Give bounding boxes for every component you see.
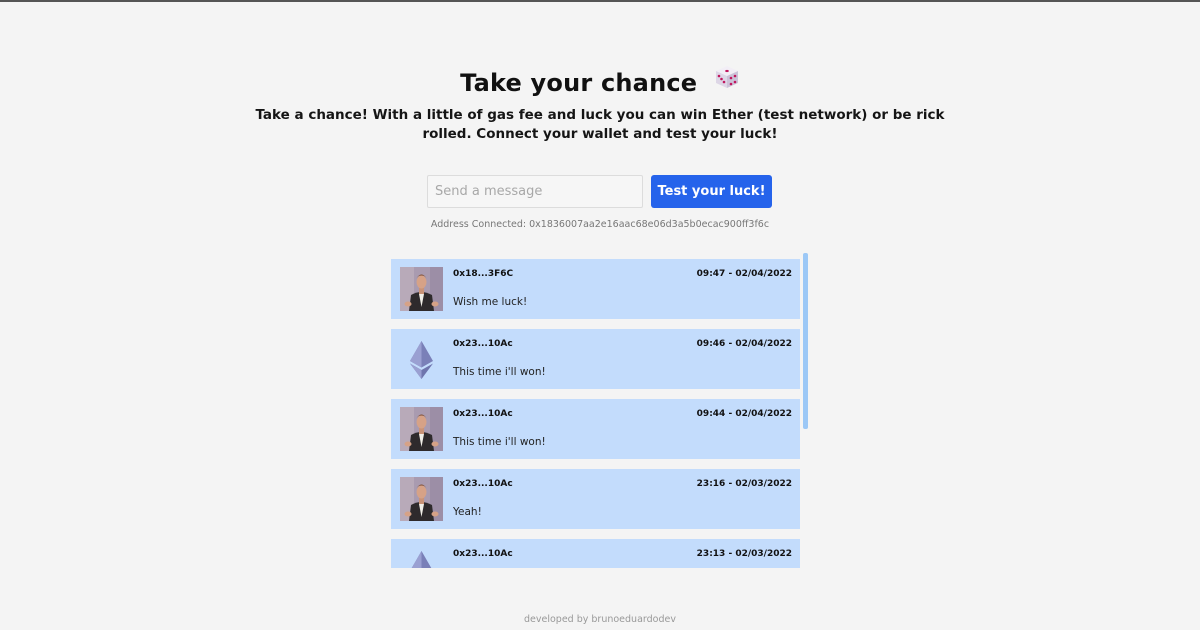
message-timestamp: 09:44 - 02/04/2022 [696,409,792,419]
test-your-luck-button[interactable]: Test your luck! [651,175,772,208]
message-timestamp: 23:16 - 02/03/2022 [696,479,792,489]
feed-scrollbar[interactable] [803,253,808,429]
sender-address: 0x18...3F6C [453,269,514,279]
message-card: 0x18...3F6C 09:47 - 02/04/2022 Wish me l… [391,259,800,319]
footer-credit: developed by brunoeduardodev [524,614,676,625]
ethereum-icon [400,337,443,381]
message-text: Wish me luck! [453,296,528,308]
message-card: 0x23...10Ac 09:44 - 02/04/2022 This time… [391,399,800,459]
page-subtitle: Take a chance! With a little of gas fee … [255,107,945,142]
message-card: 0x23...10Ac 09:46 - 02/04/2022 This time… [391,329,800,389]
page-title-text: Take your chance [460,69,698,97]
ethereum-icon [400,547,443,568]
message-text: Yeah! [453,506,482,518]
message-feed[interactable]: 0x18...3F6C 09:47 - 02/04/2022 Wish me l… [391,253,809,568]
message-card: 0x23...10Ac 23:13 - 02/03/2022 [391,539,800,568]
message-timestamp: 09:47 - 02/04/2022 [696,269,792,279]
message-card: 0x23...10Ac 23:16 - 02/03/2022 Yeah! [391,469,800,529]
message-input[interactable] [427,175,643,208]
message-text: This time i'll won! [453,366,546,378]
rick-roll-avatar [400,477,443,521]
sender-address: 0x23...10Ac [453,339,513,349]
page-title: Take your chance [0,64,1200,100]
game-die-icon [714,64,740,99]
sender-address: 0x23...10Ac [453,549,513,559]
message-timestamp: 09:46 - 02/04/2022 [696,339,792,349]
connected-address: Address Connected: 0x1836007aa2e16aac68e… [430,219,770,230]
rick-roll-avatar [400,407,443,451]
sender-address: 0x23...10Ac [453,409,513,419]
sender-address: 0x23...10Ac [453,479,513,489]
message-text: This time i'll won! [453,436,546,448]
rick-roll-avatar [400,267,443,311]
message-timestamp: 23:13 - 02/03/2022 [696,549,792,559]
